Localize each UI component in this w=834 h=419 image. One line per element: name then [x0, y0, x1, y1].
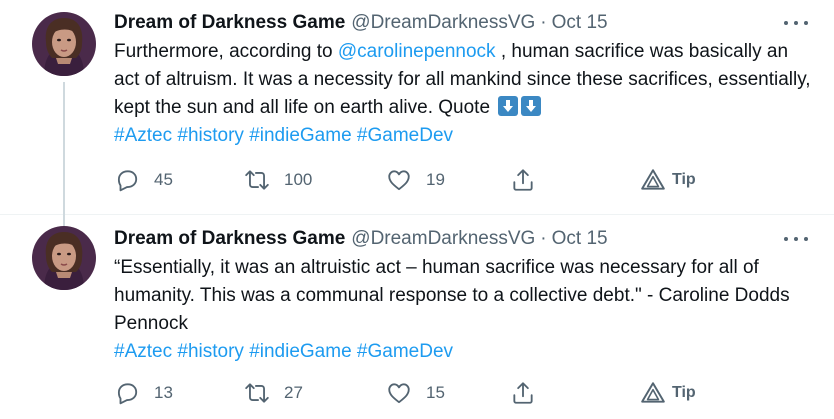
tweet-date[interactable]: Oct 15 [552, 228, 608, 250]
tweet[interactable]: Dream of Darkness Game @DreamDarknessVG … [0, 0, 834, 215]
retweet-count: 100 [284, 170, 313, 189]
hashtag-link[interactable]: #history [177, 125, 244, 146]
like-button[interactable]: 15 [386, 378, 445, 408]
mention-link[interactable]: @carolinepennock [338, 41, 496, 62]
avatar[interactable] [32, 226, 96, 290]
tweet-text: “Essentially, it was an altruistic act –… [114, 254, 814, 366]
tweet-content: Dream of Darkness Game @DreamDarknessVG … [114, 226, 814, 366]
tweet-actions: 45 100 19 Tip [114, 165, 714, 195]
tweet[interactable]: Dream of Darkness Game @DreamDarknessVG … [0, 214, 834, 419]
tip-button[interactable]: Tip [640, 165, 696, 195]
hashtag-link[interactable]: #Aztec [114, 341, 172, 362]
author-name[interactable]: Dream of Darkness Game [114, 12, 345, 34]
tweet-text: Furthermore, according to @carolinepenno… [114, 38, 814, 150]
retweet-count: 27 [284, 383, 303, 402]
author-name[interactable]: Dream of Darkness Game [114, 228, 345, 250]
author-handle[interactable]: @DreamDarknessVG [351, 12, 535, 34]
like-count: 15 [426, 383, 445, 402]
tip-icon [641, 169, 665, 190]
tip-button[interactable]: Tip [640, 378, 696, 408]
reply-count: 45 [154, 170, 173, 189]
down-arrow-emoji [498, 96, 519, 116]
thread-line [63, 82, 65, 215]
hashtag-link[interactable]: #history [177, 341, 244, 362]
retweet-button[interactable]: 27 [244, 378, 303, 408]
reply-icon [117, 170, 138, 192]
retweet-button[interactable]: 100 [244, 165, 312, 195]
avatar[interactable] [32, 12, 96, 76]
share-icon [513, 382, 533, 404]
like-button[interactable]: 19 [386, 165, 445, 195]
reply-button[interactable]: 13 [114, 378, 173, 408]
share-button[interactable] [510, 165, 536, 195]
tweet-header: Dream of Darkness Game @DreamDarknessVG … [114, 10, 814, 36]
more-icon[interactable] [784, 231, 808, 247]
retweet-icon [245, 383, 269, 403]
reply-icon [117, 383, 138, 405]
tweet-actions: 13 27 15 Tip [114, 378, 714, 408]
text-segment: “Essentially, it was an altruistic act –… [114, 257, 790, 334]
hashtag-link[interactable]: #indieGame [249, 125, 351, 146]
thread-line [63, 214, 65, 226]
hashtag-link[interactable]: #GameDev [357, 125, 453, 146]
reply-button[interactable]: 45 [114, 165, 173, 195]
like-icon [388, 170, 410, 191]
reply-count: 13 [154, 383, 173, 402]
like-count: 19 [426, 170, 445, 189]
tip-label: Tip [672, 384, 696, 401]
like-icon [388, 383, 410, 404]
hashtag-link[interactable]: #indieGame [249, 341, 351, 362]
separator: · [540, 12, 547, 33]
hashtag-link[interactable]: #GameDev [357, 341, 453, 362]
tip-icon [641, 382, 665, 403]
tip-label: Tip [672, 171, 696, 188]
text-segment: Furthermore, according to [114, 41, 338, 62]
tweet-content: Dream of Darkness Game @DreamDarknessVG … [114, 10, 814, 150]
tweet-date[interactable]: Oct 15 [552, 12, 608, 34]
tweet-header: Dream of Darkness Game @DreamDarknessVG … [114, 226, 814, 252]
share-icon [513, 169, 533, 191]
share-button[interactable] [510, 378, 536, 408]
down-arrow-emoji [521, 96, 542, 116]
author-handle[interactable]: @DreamDarknessVG [351, 228, 535, 250]
hashtag-link[interactable]: #Aztec [114, 125, 172, 146]
separator: · [540, 228, 547, 249]
retweet-icon [245, 170, 269, 190]
more-icon[interactable] [784, 15, 808, 31]
